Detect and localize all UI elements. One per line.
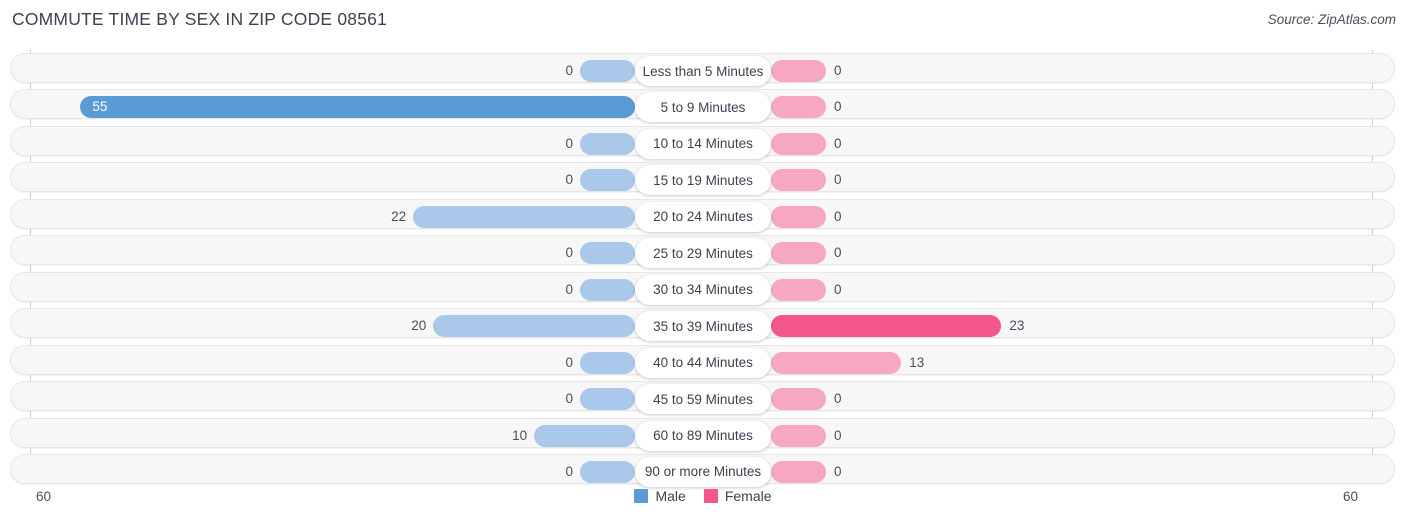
table-row: [10, 125, 1395, 156]
table-row: [10, 235, 1395, 266]
table-row: [10, 453, 1395, 484]
legend-swatch-icon: [703, 489, 718, 503]
table-row: [10, 344, 1395, 375]
table-row: [10, 417, 1395, 448]
source-attribution: Source: ZipAtlas.com: [1267, 12, 1396, 27]
table-row: [10, 308, 1395, 339]
legend-item-female[interactable]: Female: [703, 488, 772, 504]
legend-label: Female: [724, 488, 772, 504]
table-row: [10, 381, 1395, 412]
legend-item-male[interactable]: Male: [634, 488, 686, 504]
table-row: [10, 162, 1395, 193]
table-row: [10, 198, 1395, 229]
page-title: COMMUTE TIME BY SEX IN ZIP CODE 08561: [12, 9, 388, 29]
chart-footer: 60 60 Male Female: [0, 484, 1406, 522]
chart-plot-area: 0 0 Less than 5 Minutes 55 0 5 to 9 Minutes 0 0…: [0, 50, 1406, 487]
legend-label: Male: [655, 488, 686, 504]
table-row: [10, 53, 1395, 83]
table-row: [10, 89, 1395, 120]
chart-header: COMMUTE TIME BY SEX IN ZIP CODE 08561 So…: [0, 0, 1406, 40]
table-row: [10, 271, 1395, 302]
legend-swatch-icon: [634, 489, 649, 503]
chart-legend: Male Female: [0, 488, 1406, 504]
